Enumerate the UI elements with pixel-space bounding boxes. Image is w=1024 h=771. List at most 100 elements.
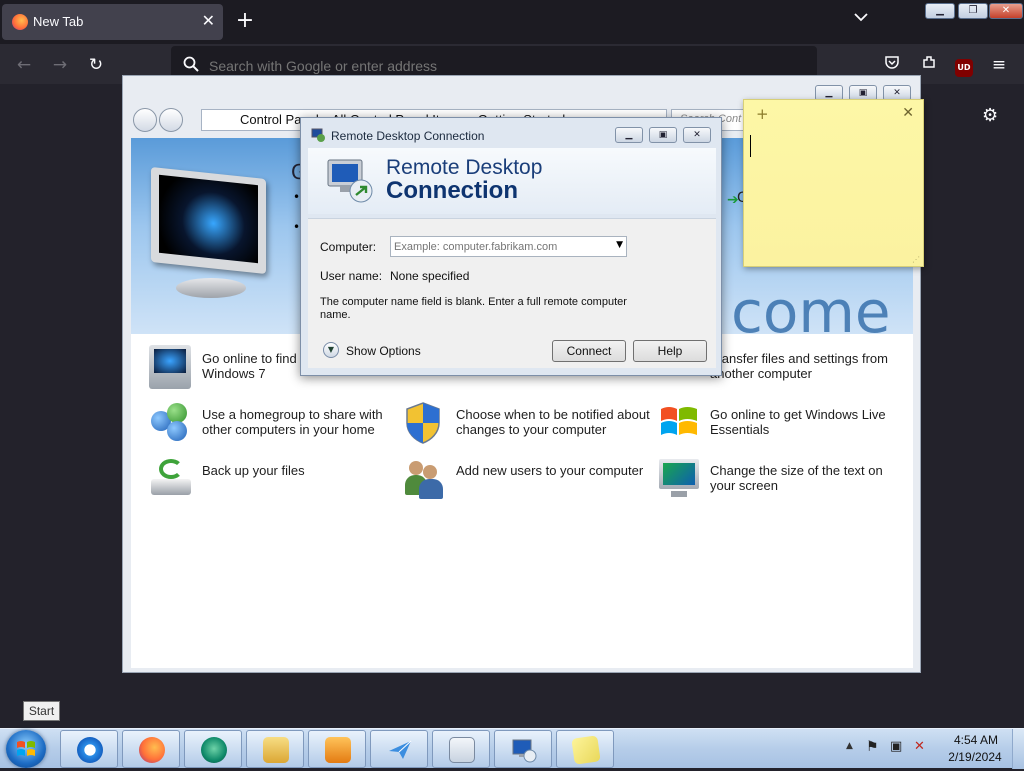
taskbar-chat-app[interactable]: [184, 730, 242, 768]
shield-icon: [403, 401, 445, 445]
extension-badge: UD: [955, 59, 973, 77]
start-tooltip: Start: [23, 701, 60, 721]
search-icon: [183, 56, 199, 76]
chevron-down-icon[interactable]: ▼: [323, 342, 339, 358]
close-window-button[interactable]: ✕: [989, 3, 1023, 19]
action-center-flag-icon[interactable]: ⚑: [866, 739, 879, 755]
windows-flag-icon: [657, 401, 699, 445]
text-caret: [750, 135, 751, 157]
dropdown-arrow-icon[interactable]: ▼: [616, 240, 623, 250]
restore-button[interactable]: ❐: [958, 3, 988, 19]
gear-icon[interactable]: ⚙: [982, 105, 998, 126]
sticky-notes-icon: [571, 735, 601, 765]
show-options-link[interactable]: Show Options: [346, 344, 421, 358]
windows-monitor-illustration: [151, 166, 266, 275]
dialog-body: Computer: ▼ User name: None specified Th…: [308, 218, 716, 368]
clock-time[interactable]: 4:54 AM: [946, 733, 1006, 747]
url-input[interactable]: [209, 55, 799, 77]
remote-desktop-monitor-icon: [326, 156, 374, 204]
taskbar-remote-desktop[interactable]: [494, 730, 552, 768]
ublock-origin-icon[interactable]: UD: [953, 54, 975, 77]
minimize-button[interactable]: ▁: [925, 3, 955, 19]
taskbar-windows-explorer[interactable]: [246, 730, 304, 768]
remote-desktop-taskbar-icon: [511, 737, 537, 763]
task-backup[interactable]: Back up your files: [149, 457, 409, 507]
display-icon: [657, 457, 699, 501]
dialog-maximize-button[interactable]: ▣: [649, 127, 677, 143]
show-desktop-button[interactable]: [1012, 729, 1024, 769]
backup-icon: [149, 457, 191, 501]
task-label: Transfer files and settings from another…: [710, 351, 888, 381]
task-label: Back up your files: [202, 463, 305, 478]
dialog-minimize-button[interactable]: ▁: [615, 127, 643, 143]
sticky-note[interactable]: + ✕ ⋰: [743, 99, 924, 267]
start-button[interactable]: [6, 730, 46, 768]
chevron-down-icon: [854, 13, 868, 22]
task-label: Add new users to your computer: [456, 463, 644, 478]
username-label: User name:: [320, 269, 383, 283]
remote-desktop-dialog: Remote Desktop Connection ▁ ▣ ✕ Remote D…: [300, 117, 722, 376]
users-icon: [403, 457, 445, 501]
task-text-size[interactable]: Change the size of the text on your scre…: [657, 457, 917, 507]
task-label: Change the size of the text on your scre…: [710, 463, 883, 493]
task-add-users[interactable]: Add new users to your computer: [403, 457, 663, 507]
dialog-header: Remote Desktop Connection: [308, 148, 716, 214]
browser-tab-bar: New Tab ✕ + ▁ ❐ ✕: [0, 0, 1024, 44]
dialog-title: Remote Desktop Connection: [331, 129, 485, 143]
task-homegroup[interactable]: Use a homegroup to share with other comp…: [149, 401, 409, 451]
volume-muted-icon[interactable]: ✕: [914, 739, 925, 754]
taskbar-firefox[interactable]: [122, 730, 180, 768]
forward-arrow-icon[interactable]: →: [49, 54, 71, 76]
taskbar-paper-plane-app[interactable]: [370, 730, 428, 768]
folder-icon: [263, 737, 289, 763]
remote-desktop-icon: [311, 128, 325, 142]
taskbar-media-player[interactable]: [308, 730, 366, 768]
cp-back-button[interactable]: [133, 108, 157, 132]
media-player-icon: [325, 737, 351, 763]
clock-date[interactable]: 2/19/2024: [940, 750, 1010, 764]
tab-close-button[interactable]: ✕: [202, 11, 215, 30]
taskbar-internet-explorer[interactable]: [60, 730, 118, 768]
taskbar-sticky-notes[interactable]: [556, 730, 614, 768]
dialog-header-line2: Connection: [386, 177, 518, 204]
taskbar: ▲ ⚑ ▣ ✕ 4:54 AM 2/19/2024: [0, 728, 1024, 769]
internet-explorer-icon: [77, 737, 103, 763]
tab-title: New Tab: [33, 14, 84, 29]
delete-note-button[interactable]: ✕: [902, 105, 914, 121]
chat-app-icon: [201, 737, 227, 763]
tab-new-tab[interactable]: New Tab ✕: [2, 4, 223, 40]
firefox-logo-icon: [12, 14, 28, 30]
list-all-tabs-button[interactable]: [854, 10, 868, 26]
cp-forward-button[interactable]: [159, 108, 183, 132]
network-icon[interactable]: ▣: [890, 739, 902, 754]
pocket-icon[interactable]: [881, 54, 903, 76]
computer-combobox[interactable]: ▼: [390, 236, 627, 257]
help-button[interactable]: Help: [633, 340, 707, 362]
task-label: Use a homegroup to share with other comp…: [202, 407, 383, 437]
welcome-text: come: [731, 278, 891, 346]
computer-label: Computer:: [320, 240, 377, 254]
task-label: Go online to get Windows Live Essentials: [710, 407, 886, 437]
computer-input[interactable]: [394, 239, 604, 255]
extensions-icon[interactable]: [918, 54, 940, 76]
windows-logo-icon: [17, 741, 35, 756]
error-message: The computer name field is blank. Enter …: [320, 296, 627, 321]
new-tab-button[interactable]: +: [235, 8, 255, 34]
paper-plane-icon: [387, 737, 413, 763]
task-label: Choose when to be notified about changes…: [456, 407, 650, 437]
dialog-close-button[interactable]: ✕: [683, 127, 711, 143]
show-hidden-icons-icon[interactable]: ▲: [846, 741, 853, 751]
homegroup-icon: [149, 401, 191, 445]
username-value: None specified: [390, 269, 470, 283]
task-uac[interactable]: Choose when to be notified about changes…: [403, 401, 663, 451]
reload-icon[interactable]: ↻: [85, 54, 107, 76]
firefox-icon: [139, 737, 165, 763]
resize-grip-icon[interactable]: ⋰: [912, 255, 920, 264]
add-note-button[interactable]: +: [756, 105, 769, 123]
windows-monitor-icon: [149, 345, 191, 389]
connect-button[interactable]: Connect: [552, 340, 626, 362]
back-arrow-icon[interactable]: ←: [13, 54, 35, 76]
taskbar-notepad-app[interactable]: [432, 730, 490, 768]
task-live-essentials[interactable]: Go online to get Windows Live Essentials: [657, 401, 917, 451]
app-menu-icon[interactable]: ≡: [988, 54, 1010, 76]
